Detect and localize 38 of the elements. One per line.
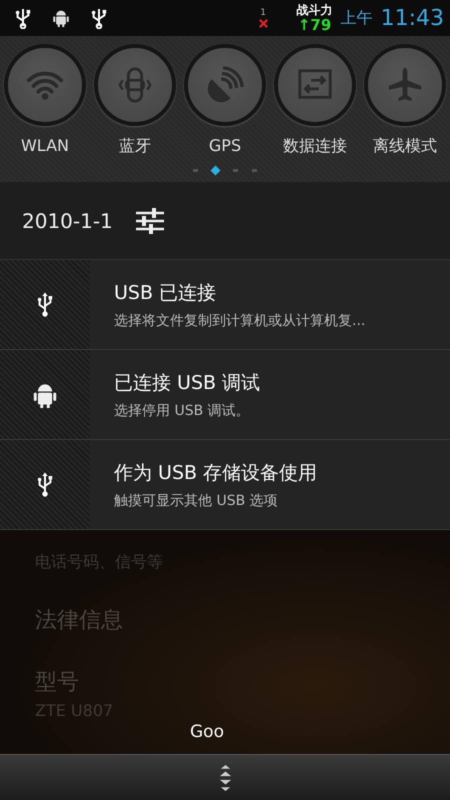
usb-icon <box>36 292 54 318</box>
notification-title: 作为 USB 存储设备使用 <box>114 460 318 486</box>
setting-title: 法律信息 <box>35 607 124 635</box>
battle-value: ↑79 <box>298 18 332 33</box>
toggle-label: 蓝牙 <box>119 136 151 157</box>
usb-icon <box>90 7 108 29</box>
drawer-handle[interactable] <box>0 754 450 800</box>
notification-item[interactable]: USB 已连接 选择将文件复制到计算机或从计算机复... <box>0 260 450 350</box>
usb-icon <box>14 7 32 29</box>
up-down-arrows-icon <box>218 762 232 792</box>
toggle-label: GPS <box>208 136 242 155</box>
overlay-text: Goo <box>190 722 224 742</box>
setting-title: 型号 <box>35 669 80 697</box>
toggle-button[interactable] <box>274 44 356 126</box>
settings-icon[interactable] <box>134 206 165 234</box>
notification-item[interactable]: 已连接 USB 调试 选择停用 USB 调试。 <box>0 350 450 440</box>
satellite-dish-icon <box>206 66 244 104</box>
toggle-label: 数据连接 <box>283 136 347 157</box>
airplane-icon <box>386 66 424 104</box>
notification-text: 选择停用 USB 调试。 <box>114 402 251 420</box>
usb-icon <box>36 472 54 498</box>
toggle-label: WLAN <box>20 136 69 155</box>
no-signal-icon <box>258 18 269 28</box>
toggle-button[interactable] <box>4 44 86 126</box>
notification-title: USB 已连接 <box>114 280 218 306</box>
notification-text: 触摸可显示其他 USB 选项 <box>114 492 279 510</box>
notification-title: 已连接 USB 调试 <box>114 370 260 396</box>
toggle-label: 离线模式 <box>373 136 437 157</box>
am-pm-label: 上午 <box>340 8 373 28</box>
notification-text: 选择将文件复制到计算机或从计算机复... <box>114 312 366 330</box>
sim-label: 1 <box>260 8 266 18</box>
notification-item[interactable]: 作为 USB 存储设备使用 触摸可显示其他 USB 选项 <box>0 440 450 530</box>
toggle-button[interactable] <box>94 44 176 126</box>
toggle-button[interactable] <box>184 44 266 126</box>
toggle-button[interactable] <box>364 44 446 126</box>
battle-label: 战斗力 <box>296 3 333 18</box>
date-label: 2010-1-1 <box>22 208 113 232</box>
clock: 11:43 <box>380 6 444 30</box>
